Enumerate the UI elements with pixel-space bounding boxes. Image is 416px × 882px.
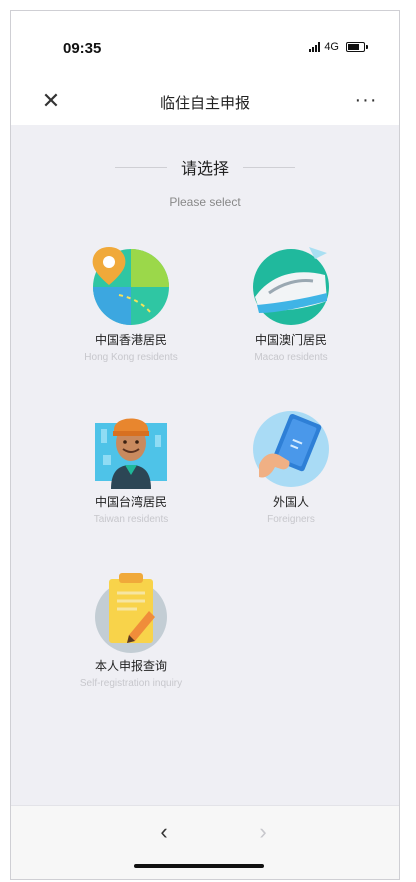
- nav-bar: ✕ 临住自主申报 ···: [11, 81, 399, 125]
- option-sublabel: Taiwan residents: [93, 514, 169, 525]
- more-options-button[interactable]: ···: [351, 88, 381, 112]
- person-icon: [89, 405, 173, 489]
- option-foreigners[interactable]: 外国人 Foreigners: [216, 405, 366, 525]
- divider-left: [114, 166, 167, 168]
- high-speed-train-icon: [249, 243, 333, 327]
- page-title: 临住自主申报: [159, 95, 250, 112]
- option-sublabel: Self-registration inquiry: [79, 678, 183, 689]
- map-pin-icon: [89, 243, 173, 327]
- option-label: 外国人: [272, 495, 309, 509]
- heading-row: 请选择: [11, 155, 399, 179]
- select-heading: 请选择: [180, 161, 229, 178]
- bottom-navigation-bar: ‹ ›: [11, 805, 399, 879]
- forward-arrow-icon[interactable]: ›: [251, 820, 275, 844]
- back-arrow-icon[interactable]: ‹: [152, 820, 176, 844]
- status-indicators: 4G: [309, 41, 368, 53]
- option-taiwan[interactable]: 中国台湾居民 Taiwan residents: [56, 405, 206, 525]
- clipboard-icon: [89, 569, 173, 653]
- option-macao[interactable]: 中国澳门居民 Macao residents: [216, 243, 366, 363]
- option-sublabel: Hong Kong residents: [84, 352, 178, 363]
- status-time: 09:35: [63, 40, 102, 57]
- signal-icon: [309, 42, 321, 52]
- option-self-inquiry[interactable]: 本人申报查询 Self-registration inquiry: [56, 569, 206, 689]
- phone-frame: 09:35 4G ✕ 临住自主申报 ··· 请选择 Please select: [10, 10, 400, 880]
- option-label: 中国香港居民: [94, 333, 167, 347]
- status-bar: 09:35 4G: [11, 11, 399, 81]
- passport-icon: [249, 405, 333, 489]
- option-label: 中国台湾居民: [94, 495, 167, 509]
- option-sublabel: Macao residents: [254, 352, 328, 363]
- option-hong-kong[interactable]: 中国香港居民 Hong Kong residents: [56, 243, 206, 363]
- network-label: 4G: [324, 41, 339, 53]
- option-sublabel: Foreigners: [267, 514, 315, 525]
- main-content: 请选择 Please select 中国香港居民 Hong Kong resid…: [11, 125, 399, 805]
- home-indicator[interactable]: [134, 864, 264, 868]
- select-subheading: Please select: [169, 195, 241, 209]
- option-label: 本人申报查询: [94, 659, 167, 673]
- battery-icon: [346, 42, 368, 52]
- divider-right: [243, 166, 295, 168]
- option-label: 中国澳门居民: [254, 333, 327, 347]
